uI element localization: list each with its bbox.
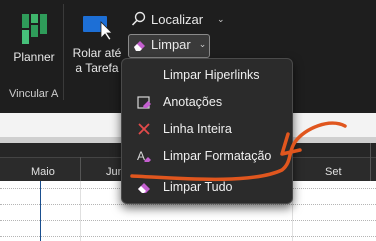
month-label: Maio [31, 166, 55, 178]
eraser-icon [134, 40, 145, 51]
menu-item-label: Limpar Hiperlinks [163, 68, 260, 82]
grid-row [0, 236, 376, 238]
clear-label: Limpar [151, 37, 191, 52]
menu-item-clear-all[interactable]: Limpar Tudo [122, 174, 292, 200]
grid-column-line [80, 181, 81, 241]
menu-item-clear-hyperlinks[interactable]: Limpar Hiperlinks [122, 62, 292, 88]
today-marker [40, 181, 41, 241]
planner-icon [22, 14, 47, 44]
find-button[interactable]: Localizar ⌄ [131, 11, 225, 27]
scroll-to-task-label-1: Rolar até [72, 46, 122, 60]
menu-item-clear-formatting[interactable]: A Limpar Formatação [122, 143, 292, 169]
grid-row [0, 204, 376, 206]
month-divider [80, 157, 81, 181]
menu-item-label: Limpar Formatação [163, 149, 272, 163]
scroll-to-task-button[interactable]: Rolar até a Tarefa [69, 14, 125, 80]
clear-button-content[interactable]: Limpar ⌄ [132, 37, 206, 52]
search-icon [131, 11, 146, 26]
menu-item-notes[interactable]: Anotações [122, 89, 292, 115]
svg-text:A: A [137, 149, 145, 163]
menu-item-label: Linha Inteira [163, 122, 232, 136]
month-divider [370, 143, 371, 181]
red-x-icon [138, 123, 150, 135]
group-label: Vincular A [9, 88, 59, 100]
chevron-down-icon: ⌄ [217, 13, 225, 24]
eraser-icon [138, 183, 150, 193]
grid-row [0, 220, 376, 222]
planner-label: Planner [13, 50, 55, 64]
note-eraser-icon [137, 96, 151, 109]
find-label: Localizar [151, 11, 204, 27]
clear-dropdown-menu: Limpar Hiperlinks Anotações Linha Inteir… [121, 58, 293, 204]
month-label: Set [325, 166, 342, 178]
scroll-to-task-label-2: a Tarefa [75, 61, 119, 75]
scroll-to-task-icon [83, 16, 113, 40]
group-separator [63, 4, 64, 100]
menu-item-label: Limpar Tudo [163, 180, 233, 194]
chevron-down-icon: ⌄ [198, 39, 207, 49]
menu-item-label: Anotações [163, 95, 223, 109]
planner-button[interactable]: Planner [8, 12, 60, 82]
clear-format-icon: A [137, 149, 151, 163]
menu-item-entire-row[interactable]: Linha Inteira [122, 116, 292, 142]
